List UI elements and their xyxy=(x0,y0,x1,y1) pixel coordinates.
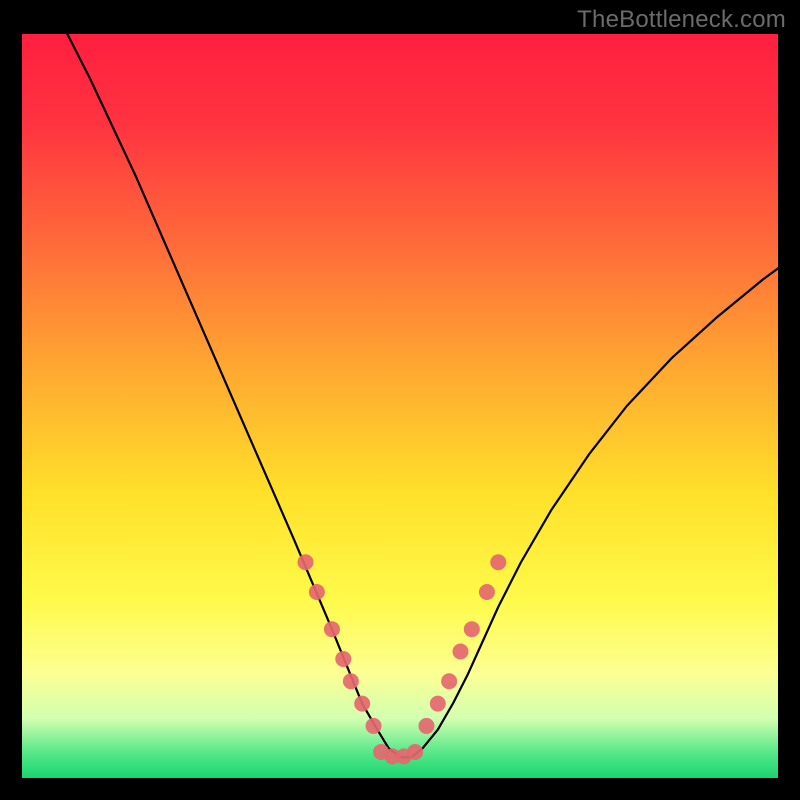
chart-svg xyxy=(22,34,778,778)
marker-curve_points_left xyxy=(343,673,359,689)
marker-curve_points_left xyxy=(309,584,325,600)
marker-curve_points_right xyxy=(418,718,434,734)
watermark-text: TheBottleneck.com xyxy=(577,6,786,34)
marker-curve_points_right xyxy=(452,644,468,660)
marker-curve_points_right xyxy=(441,673,457,689)
gradient-background xyxy=(22,34,778,778)
marker-curve_points_right xyxy=(479,584,495,600)
marker-curve_points_left xyxy=(298,554,314,570)
marker-curve_points_right xyxy=(490,554,506,570)
marker-curve_points_right xyxy=(464,621,480,637)
marker-curve_points_left xyxy=(324,621,340,637)
marker-curve_points_left xyxy=(366,718,382,734)
plot-area xyxy=(22,34,778,778)
marker-curve_points_bottom xyxy=(407,744,423,760)
chart-frame: TheBottleneck.com xyxy=(0,0,800,800)
marker-curve_points_right xyxy=(430,696,446,712)
marker-curve_points_left xyxy=(354,696,370,712)
marker-curve_points_left xyxy=(335,651,351,667)
